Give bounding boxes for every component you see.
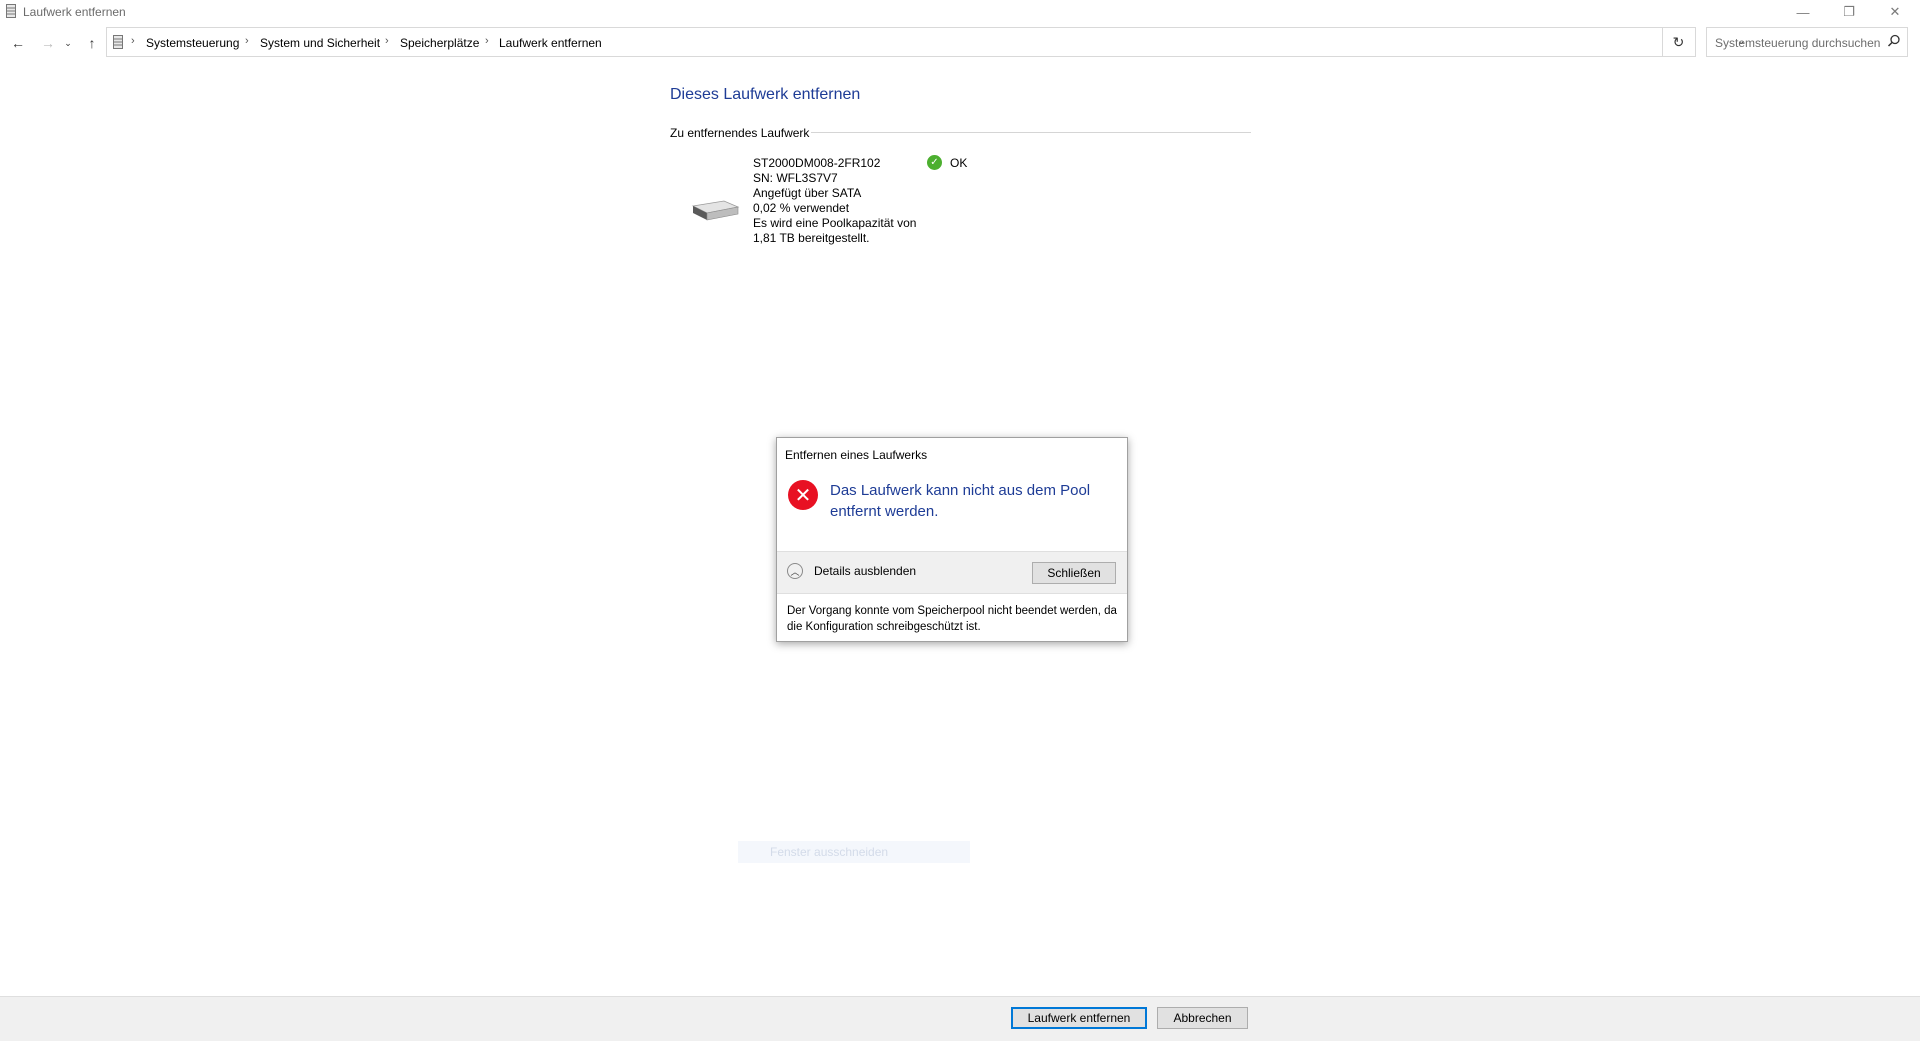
breadcrumb-system-und-sicherheit[interactable]: System und Sicherheit [260, 36, 380, 50]
back-button[interactable]: ← [9, 34, 27, 52]
dialog-title: Entfernen eines Laufwerks [785, 448, 928, 462]
breadcrumb-speicherplaetze[interactable]: Speicherplätze [400, 36, 479, 50]
recent-locations-button[interactable]: ⌄ [63, 34, 73, 52]
drive-serial: SN: WFL3S7V7 [753, 171, 838, 185]
arrow-up-icon: ↑ [88, 35, 96, 51]
arrow-left-icon: ← [11, 35, 25, 51]
ok-check-icon: ✓ [927, 155, 942, 170]
drive-usage: 0,02 % verwendet [753, 201, 850, 215]
error-dialog: Entfernen eines Laufwerks ✕ Das Laufwerk… [776, 437, 1128, 642]
bottom-button-bar [0, 996, 1920, 1041]
group-divider [811, 132, 1251, 133]
remove-drive-button[interactable]: Laufwerk entfernen [1011, 1007, 1147, 1029]
storage-spaces-icon [113, 35, 123, 49]
search-input[interactable]: Systemsteuerung durchsuchen [1706, 27, 1908, 57]
chevron-down-icon: ⌄ [64, 37, 72, 48]
hard-drive-icon [691, 200, 740, 221]
window-title: Laufwerk entfernen [23, 5, 126, 19]
storage-spaces-icon [6, 4, 16, 18]
ghost-menu-item: Fenster ausschneiden [738, 841, 970, 863]
search-placeholder: Systemsteuerung durchsuchen [1715, 36, 1881, 50]
maximize-button[interactable]: ❐ [1826, 0, 1872, 24]
refresh-icon: ↻ [1672, 33, 1685, 50]
up-button[interactable]: ↑ [83, 34, 101, 52]
error-message: Das Laufwerk kann nicht aus dem Pool ent… [830, 482, 1091, 520]
chevron-right-icon: › [485, 35, 489, 47]
ghost-menu-label: Fenster ausschneiden [770, 845, 889, 859]
chevron-up-icon[interactable]: ︿ [787, 563, 803, 579]
forward-button[interactable]: → [39, 34, 57, 52]
search-icon [1887, 34, 1900, 47]
address-bar[interactable]: › Systemsteuerung › System und Sicherhei… [106, 27, 1745, 57]
drive-capacity-line1: Es wird eine Poolkapazität von [753, 216, 917, 230]
chevron-right-icon: › [245, 35, 249, 47]
toggle-details-link[interactable]: Details ausblenden [814, 564, 916, 578]
error-icon: ✕ [788, 480, 818, 510]
page-title: Dieses Laufwerk entfernen [670, 86, 861, 103]
chevron-right-icon: › [131, 35, 135, 47]
group-label: Zu entfernendes Laufwerk [670, 126, 810, 140]
breadcrumb-laufwerk-entfernen[interactable]: Laufwerk entfernen [499, 36, 602, 50]
cancel-button[interactable]: Abbrechen [1157, 1007, 1248, 1029]
refresh-button[interactable]: ↻ [1662, 27, 1694, 57]
dialog-footer: ︿ Details ausblenden Schließen [777, 551, 1127, 594]
close-window-button[interactable]: ✕ [1872, 0, 1918, 24]
title-bar: Laufwerk entfernen — ❐ ✕ [0, 0, 1920, 24]
arrow-right-icon: → [41, 35, 55, 51]
breadcrumb-systemsteuerung[interactable]: Systemsteuerung [146, 36, 239, 50]
drive-model: ST2000DM008-2FR102 [753, 156, 881, 170]
dialog-close-button[interactable]: Schließen [1032, 562, 1116, 584]
chevron-right-icon: › [385, 35, 389, 47]
drive-connection: Angefügt über SATA [753, 186, 862, 200]
minimize-button[interactable]: — [1780, 0, 1826, 24]
drive-status: OK [950, 156, 968, 170]
drive-capacity-line2: 1,81 TB bereitgestellt. [753, 231, 870, 245]
error-details: Der Vorgang konnte vom Speicherpool nich… [787, 605, 1117, 633]
